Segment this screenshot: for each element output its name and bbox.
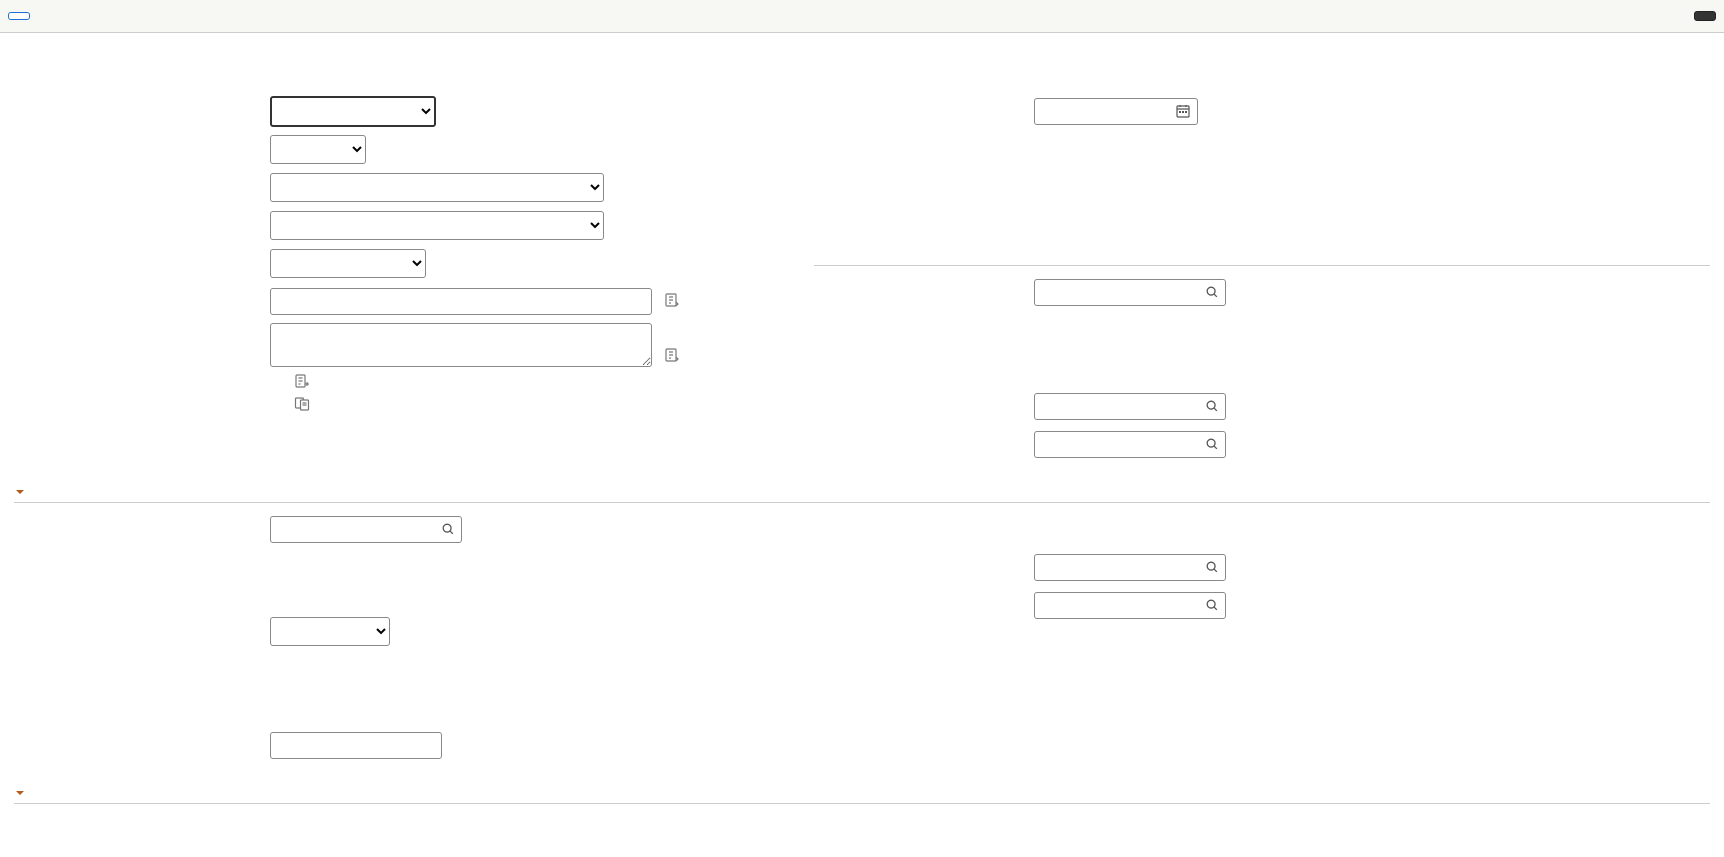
asset-location-input[interactable] [1035,394,1225,419]
section-asset-header [814,255,1710,266]
cancel-button[interactable] [8,12,30,20]
chevron-down-icon [14,486,26,498]
chevron-down-icon [14,787,26,799]
search-icon[interactable] [1205,285,1219,299]
search-icon[interactable] [1205,399,1219,413]
section-assignment-header[interactable] [14,480,1710,503]
priority-select[interactable] [270,135,366,164]
assigned-to-input[interactable] [271,517,461,542]
status-select[interactable] [270,96,436,127]
contact-preference-select[interactable] [270,617,390,646]
subject-input[interactable] [270,288,652,315]
search-icon[interactable] [1205,560,1219,574]
section-attachments-header[interactable] [14,781,1710,804]
content-scroll[interactable] [0,33,1724,857]
create-work-order-icon [294,373,310,389]
search-icon[interactable] [441,522,455,536]
serial-id-input[interactable] [1035,280,1225,305]
fleet-select[interactable] [270,211,604,240]
requested-for-input[interactable] [1035,593,1225,618]
search-icon[interactable] [1205,437,1219,451]
request-type-select[interactable] [270,173,604,202]
description-textarea[interactable] [270,323,652,367]
top-bar [0,0,1724,33]
service-center-select[interactable] [270,249,426,278]
associate-wo-icon [294,395,310,411]
description-related-icon[interactable] [664,347,680,366]
search-icon[interactable] [1205,598,1219,612]
save-button[interactable] [1694,11,1716,21]
area-id-input[interactable] [1035,432,1225,457]
calendar-icon[interactable] [1175,103,1191,119]
subject-related-icon[interactable] [664,292,680,311]
date-required-input[interactable] [1035,99,1175,124]
related-request-input[interactable] [1035,555,1225,580]
alternate-contact-input[interactable] [270,732,442,759]
label-description [14,323,270,329]
